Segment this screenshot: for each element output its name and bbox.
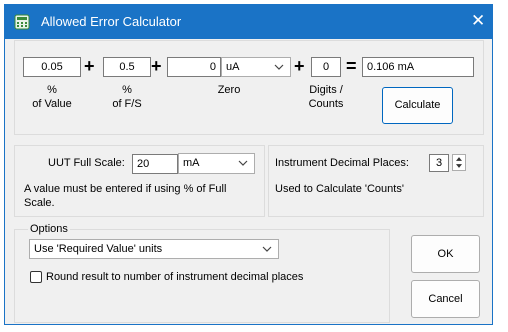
ok-label: OK [437,248,454,260]
cancel-label: Cancel [428,293,463,305]
plus-operator-1: + [84,56,95,76]
zero-unit-select[interactable]: uA [221,57,291,77]
full-scale-input[interactable]: 20 [132,154,178,174]
decimal-places-spinner[interactable] [452,154,466,171]
equals-operator: = [346,56,357,76]
spin-down-icon[interactable] [456,164,462,168]
ok-button[interactable]: OK [411,235,480,273]
result-field: 0.106 mA [362,57,474,77]
title-bar: Allowed Error Calculator ✕ [5,5,492,39]
full-scale-unit-select[interactable]: mA [178,153,255,174]
calculate-label: Calculate [394,99,441,111]
digits-counts-input[interactable]: 0 [311,57,341,77]
zero-label: Zero [217,84,241,96]
digits-label: Digits / [309,84,343,96]
chevron-down-icon [274,64,284,70]
calculator-icon [14,14,30,30]
of-fs-label: of F/S [112,98,142,110]
decimal-places-label: Instrument Decimal Places: [275,157,409,169]
close-icon[interactable]: ✕ [471,11,485,31]
decimal-places-input[interactable]: 3 [429,154,449,172]
window-title: Allowed Error Calculator [41,14,182,29]
full-scale-note-line2: Scale. [24,197,55,209]
round-result-checkbox[interactable] [30,271,42,283]
round-result-label[interactable]: Round result to number of instrument dec… [46,270,303,284]
options-group: Options Use 'Required Value' units Round… [14,222,390,323]
chevron-down-icon [238,160,248,166]
dialog-window: Allowed Error Calculator ✕ 0.05 + 0.5 + … [4,4,493,325]
chevron-down-icon [262,246,272,252]
percent-of-fs-input[interactable]: 0.5 [103,57,151,77]
full-scale-unit-value: mA [183,157,200,169]
of-value-label: of Value [32,98,72,110]
calculation-group: 0.05 + 0.5 + 0 uA + 0 = 0.106 mA % of Va… [14,40,484,135]
units-mode-value: Use 'Required Value' units [34,243,163,255]
percent-fs-label: % [122,84,132,96]
full-scale-label: UUT Full Scale: [48,157,125,169]
decimal-places-note: Used to Calculate 'Counts' [275,183,404,195]
zero-input[interactable]: 0 [167,57,221,77]
zero-unit-value: uA [226,61,240,73]
percent-of-value-input[interactable]: 0.05 [23,57,81,77]
full-scale-note-line1: A value must be entered if using % of Fu… [24,183,227,195]
percent-label: % [47,84,57,96]
plus-operator-3: + [294,56,305,76]
cancel-button[interactable]: Cancel [411,280,480,318]
spin-up-icon[interactable] [456,157,462,161]
options-title: Options [28,222,70,236]
uut-full-scale-group: UUT Full Scale: 20 mA A value must be en… [14,145,265,217]
units-mode-select[interactable]: Use 'Required Value' units [29,239,279,259]
plus-operator-2: + [151,56,162,76]
calculate-button[interactable]: Calculate [382,87,453,124]
counts-label: Counts [308,98,344,110]
instrument-decimal-group: Instrument Decimal Places: 3 Used to Cal… [268,145,484,217]
